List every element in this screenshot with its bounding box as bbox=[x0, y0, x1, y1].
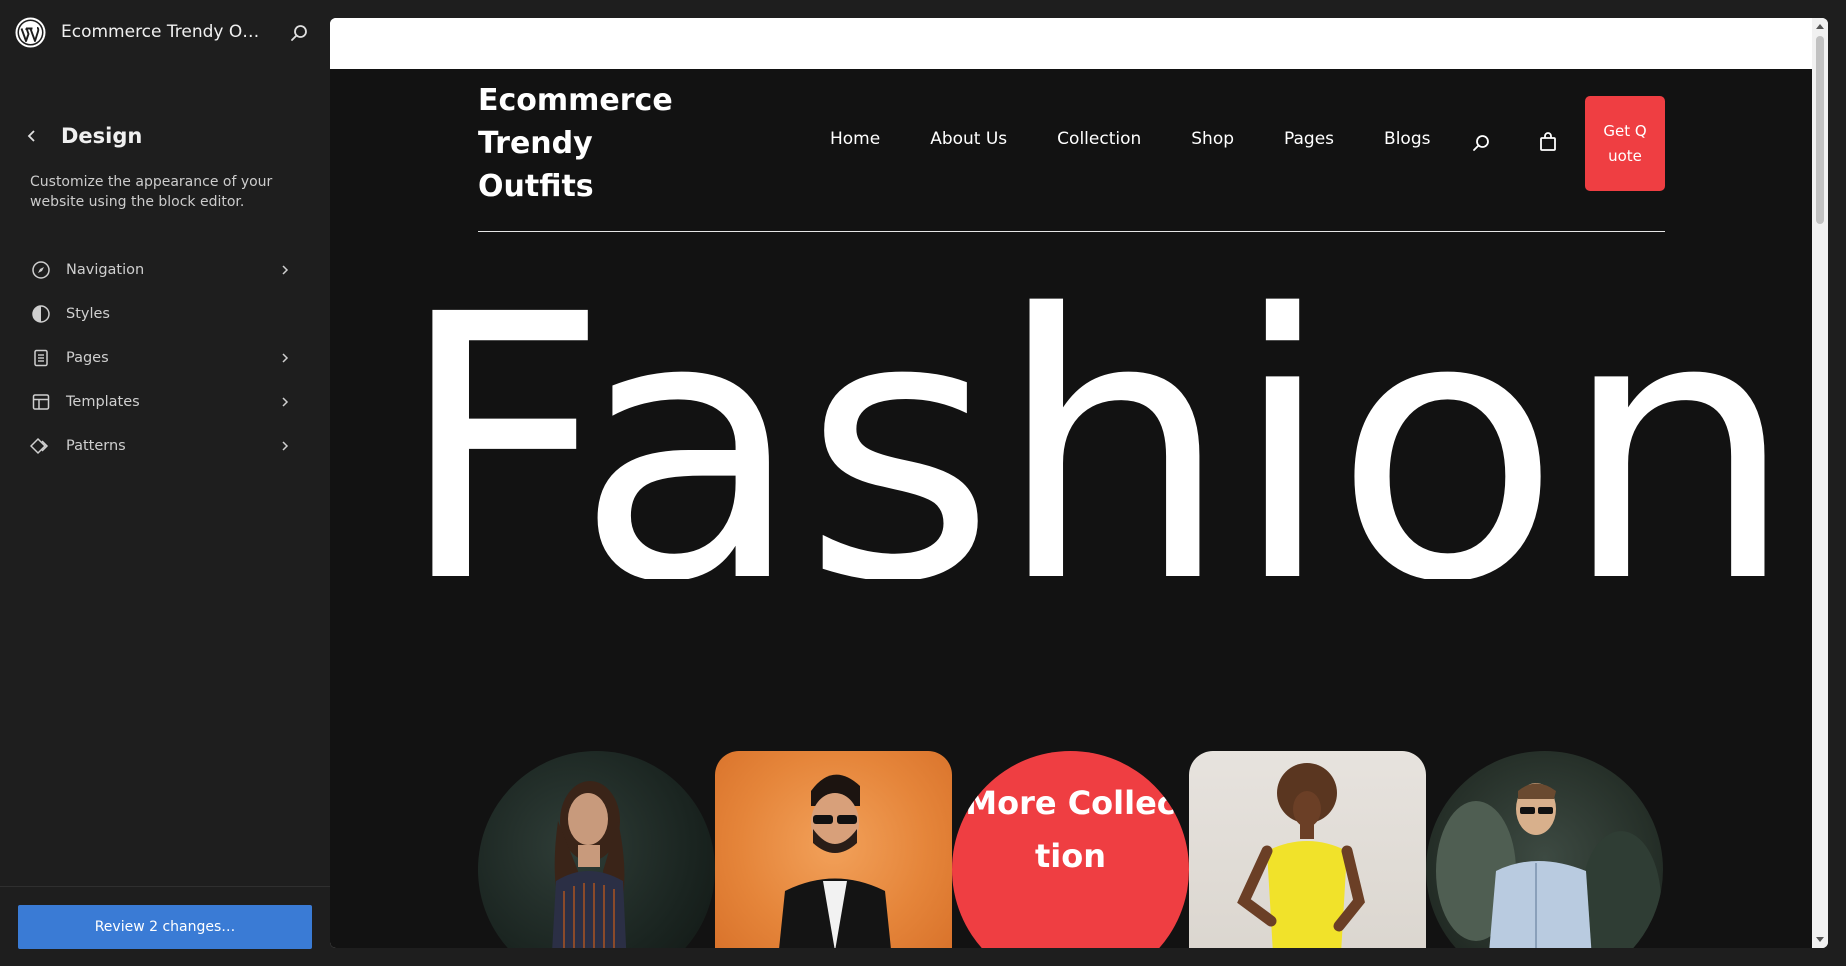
site-title-link[interactable]: Ecommerce Trendy Out… bbox=[61, 22, 261, 42]
review-changes-button[interactable]: Review 2 changes… bbox=[18, 905, 312, 949]
search-icon[interactable] bbox=[288, 22, 310, 44]
menu-item-patterns[interactable]: Patterns bbox=[30, 424, 294, 468]
scrollbar-thumb[interactable] bbox=[1816, 36, 1824, 224]
model-photo-woman[interactable] bbox=[478, 751, 715, 948]
canvas-scrollbar[interactable] bbox=[1812, 18, 1828, 948]
pages-icon bbox=[30, 347, 52, 369]
menu-item-navigation[interactable]: Navigation bbox=[30, 248, 294, 292]
model-photo-man-shirt[interactable] bbox=[1426, 751, 1663, 948]
shopping-bag-icon[interactable] bbox=[1537, 131, 1559, 153]
hero-heading-text: Fashion bbox=[398, 239, 1796, 579]
menu-item-label: Templates bbox=[66, 394, 140, 410]
navigation-icon bbox=[30, 259, 52, 281]
hero-heading: Fashion bbox=[398, 239, 1796, 579]
nav-link-shop[interactable]: Shop bbox=[1191, 129, 1234, 149]
back-button[interactable] bbox=[20, 124, 44, 148]
chevron-right-icon bbox=[276, 349, 294, 367]
sidebar-footer: Review 2 changes… bbox=[0, 886, 330, 966]
sidebar-header: Ecommerce Trendy Out… bbox=[0, 0, 330, 66]
menu-item-label: Patterns bbox=[66, 438, 126, 454]
primary-navigation: Home About Us Collection Shop Pages Blog… bbox=[830, 129, 1430, 149]
menu-item-label: Pages bbox=[66, 350, 109, 366]
menu-item-pages[interactable]: Pages bbox=[30, 336, 294, 380]
chevron-right-icon bbox=[276, 261, 294, 279]
nav-link-pages[interactable]: Pages bbox=[1284, 129, 1334, 149]
menu-item-label: Styles bbox=[66, 306, 110, 322]
site-preview[interactable]: Ecommerce Trendy Outfits Home About Us C… bbox=[330, 69, 1812, 948]
editor-sidebar: Ecommerce Trendy Out… Design Customize t… bbox=[0, 0, 330, 966]
model-photo-man-orange[interactable] bbox=[715, 751, 952, 948]
panel-description: Customize the appearance of your website… bbox=[30, 174, 273, 210]
design-menu: Navigation Styles Pages Templates Patter… bbox=[30, 248, 294, 468]
menu-item-label: Navigation bbox=[66, 262, 145, 278]
chevron-right-icon bbox=[276, 437, 294, 455]
site-editor: Ecommerce Trendy Out… Design Customize t… bbox=[0, 0, 1846, 966]
templates-icon bbox=[30, 391, 52, 413]
wordpress-logo-icon[interactable] bbox=[15, 17, 46, 48]
get-quote-button[interactable]: Get Quote bbox=[1585, 96, 1665, 191]
patterns-icon bbox=[30, 435, 52, 457]
more-collection-label: More Collection bbox=[965, 784, 1176, 875]
site-brand[interactable]: Ecommerce Trendy Outfits bbox=[478, 79, 698, 208]
nav-link-blogs[interactable]: Blogs bbox=[1384, 129, 1430, 149]
nav-link-collection[interactable]: Collection bbox=[1057, 129, 1141, 149]
header-divider bbox=[478, 231, 1665, 232]
panel-title: Design bbox=[61, 124, 143, 148]
collection-gallery: More Collection bbox=[478, 751, 1665, 948]
chevron-right-icon bbox=[276, 393, 294, 411]
nav-link-about-us[interactable]: About Us bbox=[930, 129, 1007, 149]
scroll-down-arrow-icon[interactable] bbox=[1816, 937, 1824, 942]
styles-icon bbox=[30, 303, 52, 325]
menu-item-templates[interactable]: Templates bbox=[30, 380, 294, 424]
search-icon[interactable] bbox=[1470, 132, 1492, 154]
more-collection-button[interactable]: More Collection bbox=[952, 751, 1189, 948]
model-photo-woman-yellow[interactable] bbox=[1189, 751, 1426, 948]
canvas-top-bar bbox=[330, 18, 1812, 69]
editor-canvas: Ecommerce Trendy Outfits Home About Us C… bbox=[330, 18, 1828, 948]
menu-item-styles[interactable]: Styles bbox=[30, 292, 294, 336]
scroll-up-arrow-icon[interactable] bbox=[1816, 24, 1824, 29]
nav-link-home[interactable]: Home bbox=[830, 129, 880, 149]
